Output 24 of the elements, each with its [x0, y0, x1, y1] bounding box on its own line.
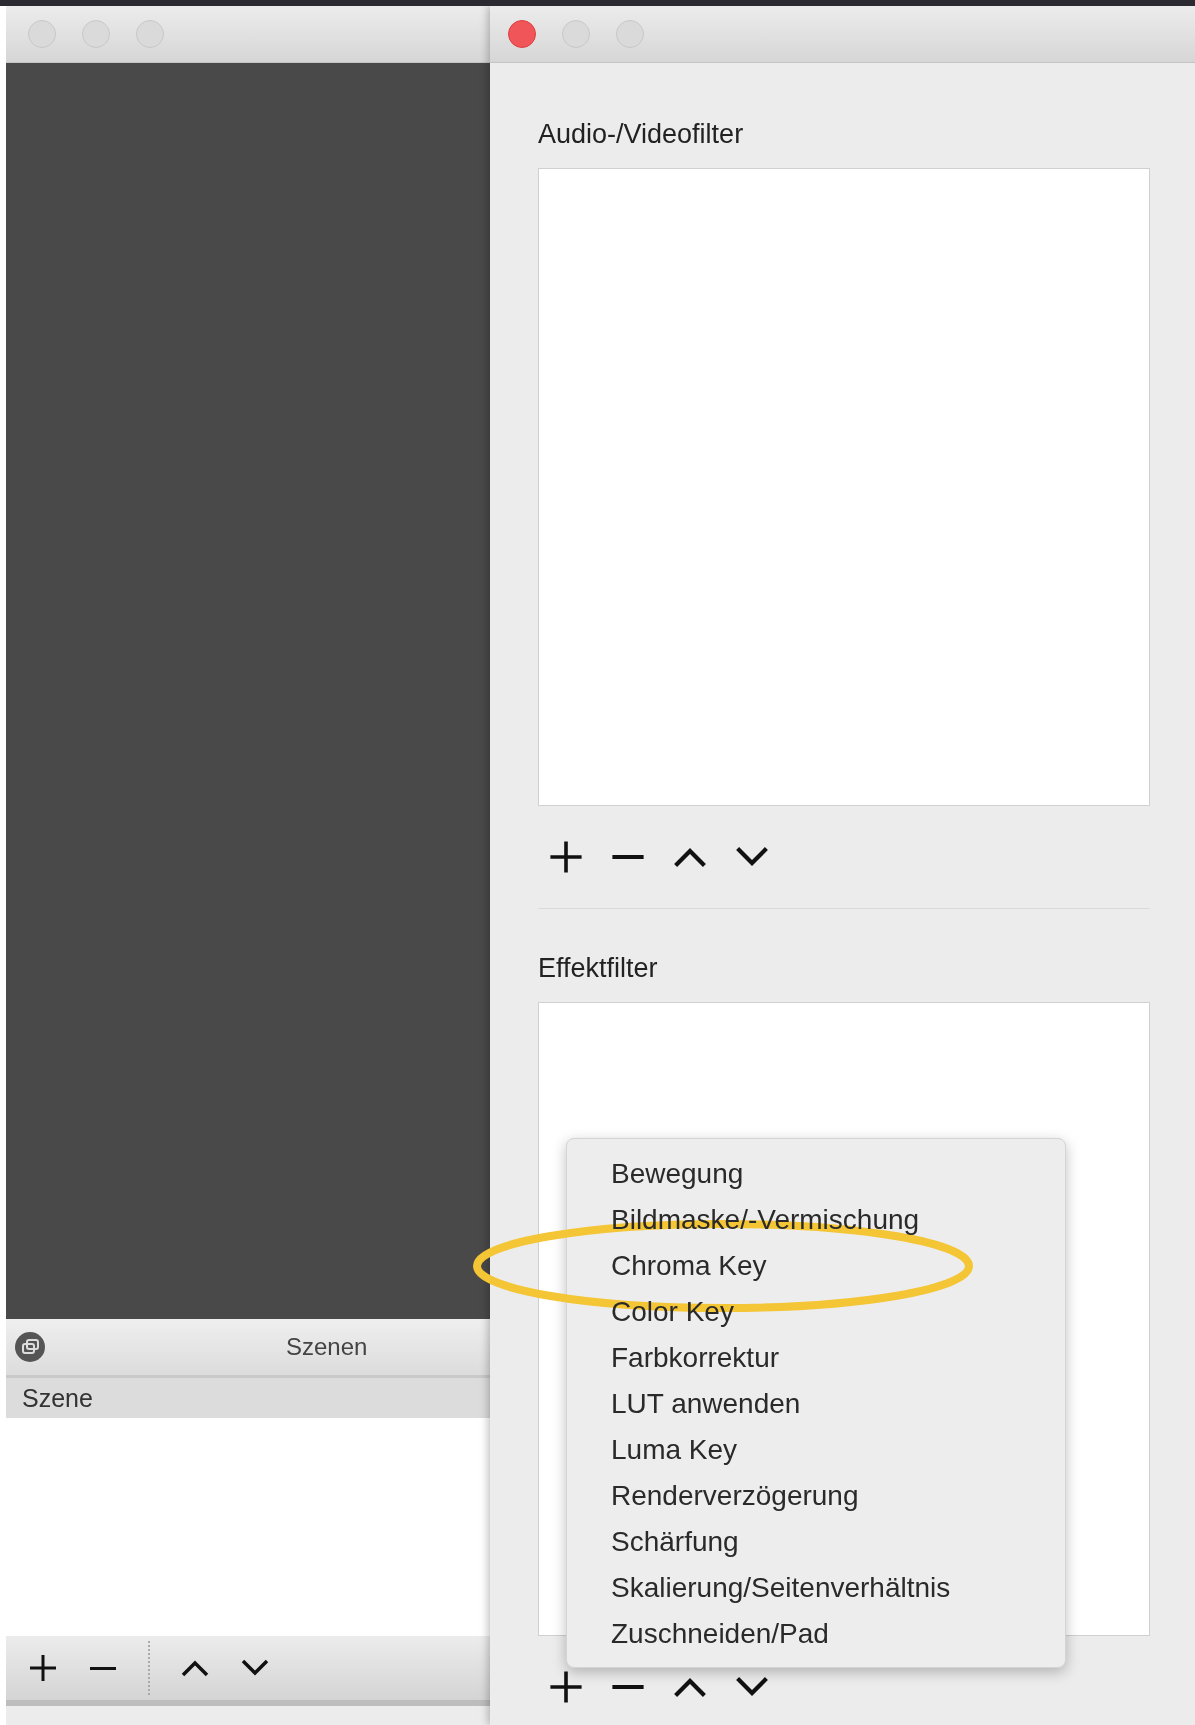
plus-icon [28, 1653, 58, 1683]
menu-item[interactable]: Chroma Key [567, 1243, 1065, 1289]
menu-item[interactable]: Zuschneiden/Pad [567, 1611, 1065, 1657]
minus-icon [610, 855, 646, 859]
add-button[interactable] [548, 1669, 584, 1705]
section-title: Audio-/Videofilter [538, 119, 745, 150]
plus-icon [548, 1669, 584, 1705]
menu-item[interactable]: Schärfung [567, 1519, 1065, 1565]
menu-item[interactable]: Luma Key [567, 1427, 1065, 1473]
close-button[interactable] [508, 20, 536, 48]
minus-icon [88, 1666, 118, 1670]
menu-item[interactable]: LUT anwenden [567, 1381, 1065, 1427]
dock-title: Szenen [286, 1333, 368, 1361]
minus-icon [610, 1685, 646, 1689]
menu-item[interactable]: Farbkorrektur [567, 1335, 1065, 1381]
menu-item[interactable]: Bewegung [567, 1151, 1065, 1197]
float-icon[interactable] [14, 1331, 46, 1363]
column-header: Szene [6, 1378, 490, 1418]
menu-item[interactable]: Renderverzögerung [567, 1473, 1065, 1519]
plus-icon [548, 839, 584, 875]
add-button[interactable] [28, 1653, 58, 1683]
section-title: Effektfilter [538, 953, 659, 984]
add-button[interactable] [548, 839, 584, 875]
menu-item[interactable]: Skalierung/Seitenverhältnis [567, 1565, 1065, 1611]
